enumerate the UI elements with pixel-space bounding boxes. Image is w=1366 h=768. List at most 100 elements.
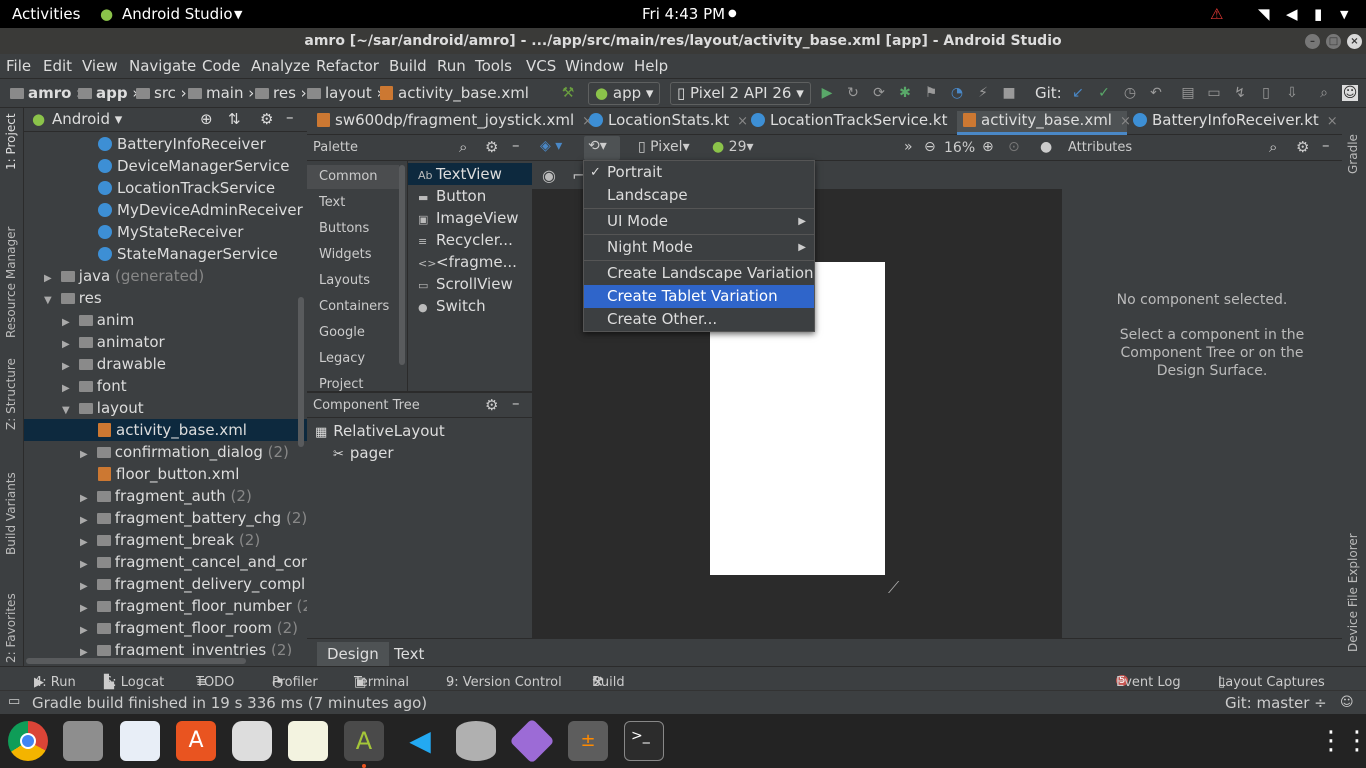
settings-gear-icon[interactable]: ⚙ bbox=[260, 110, 273, 128]
palette-category-text[interactable]: Text bbox=[307, 191, 399, 215]
menu-item-landscape[interactable]: Landscape bbox=[584, 184, 814, 207]
palette-category-project[interactable]: Project bbox=[307, 373, 399, 391]
stop-icon[interactable]: ■ bbox=[1001, 85, 1017, 101]
more-icon[interactable]: » bbox=[904, 139, 913, 155]
minimize-icon[interactable]: – bbox=[1305, 34, 1320, 49]
palette-item[interactable]: ▬ Button bbox=[418, 185, 486, 207]
hammer-icon[interactable]: ⚒ bbox=[560, 85, 576, 101]
tree-item[interactable]: LocationTrackService bbox=[24, 177, 307, 199]
editor-tab[interactable]: LocationTrackService.kt× bbox=[745, 111, 966, 135]
tree-item[interactable]: ▶ fragment_floor_room (2) bbox=[24, 617, 307, 639]
clock[interactable]: Fri 4:43 PM bbox=[642, 5, 725, 23]
palette-category-legacy[interactable]: Legacy bbox=[307, 347, 399, 371]
device-select[interactable]: ▯ Pixel 2 API 26 ▾ bbox=[670, 82, 811, 105]
project-view-select[interactable]: Android ▾ bbox=[52, 110, 122, 128]
design-surface-select-icon[interactable]: ◈ ▾ bbox=[540, 138, 562, 154]
status-message[interactable]: Gradle build finished in 19 s 336 ms (7 … bbox=[32, 694, 427, 712]
hide-panel-icon[interactable]: – bbox=[1322, 136, 1330, 154]
menu-code[interactable]: Code bbox=[202, 57, 240, 75]
view-options-eye-icon[interactable]: ◉ bbox=[542, 166, 556, 185]
menu-item-portrait[interactable]: ✓ Portrait bbox=[584, 161, 814, 184]
apply-code-icon[interactable]: ⟳ bbox=[871, 85, 887, 101]
device-preview-select[interactable]: ▯ Pixel▾ bbox=[638, 139, 690, 155]
resize-handle-icon[interactable]: ⟋ bbox=[888, 578, 899, 598]
tree-item[interactable]: ▶ fragment_cancel_and_conti bbox=[24, 551, 307, 573]
maximize-icon[interactable]: □ bbox=[1326, 34, 1341, 49]
breadcrumb-file[interactable]: activity_base.xml bbox=[380, 84, 529, 102]
document-viewer-icon[interactable] bbox=[120, 721, 160, 761]
breadcrumb-layout[interactable]: layout › bbox=[307, 84, 383, 102]
terminal-app-icon[interactable]: >_ bbox=[624, 721, 664, 761]
close-icon[interactable]: × bbox=[1347, 34, 1362, 49]
search-icon[interactable]: ⌕ bbox=[1316, 85, 1332, 101]
palette-scrollbar[interactable] bbox=[399, 165, 405, 365]
warnings-icon[interactable]: ● bbox=[1040, 139, 1052, 155]
editor-tab[interactable]: LocationStats.kt × bbox=[583, 111, 748, 135]
tab-design[interactable]: Design bbox=[317, 642, 389, 667]
palette-category-widgets[interactable]: Widgets bbox=[307, 243, 399, 267]
tree-item[interactable]: MyDeviceAdminReceiver bbox=[24, 199, 307, 221]
collapse-all-icon[interactable]: ⇅ bbox=[228, 110, 241, 128]
user-avatar-icon[interactable]: ☺ bbox=[1342, 85, 1358, 101]
menu-run[interactable]: Run bbox=[437, 57, 466, 75]
run-config-select[interactable]: ● app ▾ bbox=[588, 82, 661, 105]
tree-item[interactable]: ▶ fragment_inventries (2) bbox=[24, 639, 307, 656]
component-tree-item[interactable]: ▦ RelativeLayout bbox=[307, 420, 532, 442]
disk-tool-icon[interactable] bbox=[232, 721, 272, 761]
build-variants-tool-tab[interactable]: Build Variants bbox=[4, 472, 18, 555]
menu-analyze[interactable]: Analyze bbox=[251, 57, 310, 75]
sync-gradle-icon[interactable]: ↯ bbox=[1232, 85, 1248, 101]
horizontal-scrollbar[interactable] bbox=[24, 656, 307, 666]
menu-item-create-other[interactable]: Create Other... bbox=[584, 308, 814, 331]
calculator-icon[interactable]: ± bbox=[568, 721, 608, 761]
structure-tool-tab[interactable]: Z: Structure bbox=[4, 358, 18, 430]
wifi-icon[interactable]: ◥ bbox=[1258, 5, 1270, 23]
search-icon[interactable]: ⌕ bbox=[459, 138, 467, 156]
orientation-select[interactable]: ⟲▾ bbox=[584, 136, 620, 160]
menu-view[interactable]: View bbox=[82, 57, 118, 75]
palette-item[interactable]: ▣ ImageView bbox=[418, 207, 519, 229]
breadcrumb-src[interactable]: src › bbox=[136, 84, 187, 102]
debug-icon[interactable]: ✱ bbox=[897, 85, 913, 101]
activities-button[interactable]: Activities bbox=[12, 5, 80, 23]
zoom-in-icon[interactable]: ⊕ bbox=[982, 139, 994, 155]
palette-category-buttons[interactable]: Buttons bbox=[307, 217, 399, 241]
tree-item[interactable]: ▼ layout bbox=[24, 397, 307, 419]
breadcrumb-main[interactable]: main › bbox=[188, 84, 254, 102]
tree-item[interactable]: BatteryInfoReceiver bbox=[24, 133, 307, 155]
tree-item[interactable]: MyStateReceiver bbox=[24, 221, 307, 243]
git-commit-icon[interactable]: ✓ bbox=[1096, 85, 1112, 101]
menu-item-ui-mode[interactable]: UI Mode ▶ bbox=[584, 210, 814, 233]
status-layout-icon[interactable]: ▭ bbox=[8, 694, 20, 709]
git-update-icon[interactable]: ↙ bbox=[1070, 85, 1086, 101]
tree-item[interactable]: ▶ anim bbox=[24, 309, 307, 331]
layout-inspector-icon[interactable]: ▭ bbox=[1206, 85, 1222, 101]
component-tree-item[interactable]: ✂ pager bbox=[307, 442, 532, 464]
tab-text[interactable]: Text bbox=[384, 642, 434, 667]
android-studio-icon[interactable]: A bbox=[344, 721, 384, 761]
palette-category-layouts[interactable]: Layouts bbox=[307, 269, 399, 293]
settings-gear-icon[interactable]: ⚙ bbox=[485, 138, 498, 156]
editor-tab-active[interactable]: activity_base.xml × bbox=[957, 111, 1131, 135]
sdk-manager-icon[interactable]: ⇩ bbox=[1284, 85, 1300, 101]
breadcrumb-res[interactable]: res › bbox=[255, 84, 307, 102]
api-level-select[interactable]: ● 29▾ bbox=[712, 139, 754, 155]
tree-item[interactable]: ▶ confirmation_dialog (2) bbox=[24, 441, 307, 463]
hide-panel-icon[interactable]: – bbox=[512, 394, 520, 412]
menu-item-create-landscape-variation[interactable]: Create Landscape Variation bbox=[584, 262, 814, 285]
tree-item[interactable]: ▶ animator bbox=[24, 331, 307, 353]
hide-panel-icon[interactable]: – bbox=[286, 108, 294, 126]
palette-category-common[interactable]: Common bbox=[307, 165, 399, 189]
menu-item-create-tablet-variation[interactable]: Create Tablet Variation bbox=[584, 285, 814, 308]
project-tool-tab[interactable]: 1: Project bbox=[4, 113, 18, 170]
tree-item[interactable]: floor_button.xml bbox=[24, 463, 307, 485]
tree-item[interactable]: StateManagerService bbox=[24, 243, 307, 265]
git-branch-widget[interactable]: Git: master ÷ bbox=[1225, 694, 1327, 712]
avd-manager-icon[interactable]: ▯ bbox=[1258, 85, 1274, 101]
menu-navigate[interactable]: Navigate bbox=[129, 57, 196, 75]
tree-item[interactable]: ▶ java (generated) bbox=[24, 265, 307, 287]
run-icon[interactable]: ▶ bbox=[819, 85, 835, 101]
tree-item[interactable]: ▶ fragment_delivery_compl (2 bbox=[24, 573, 307, 595]
palette-category-containers[interactable]: Containers bbox=[307, 295, 399, 319]
menu-help[interactable]: Help bbox=[634, 57, 668, 75]
